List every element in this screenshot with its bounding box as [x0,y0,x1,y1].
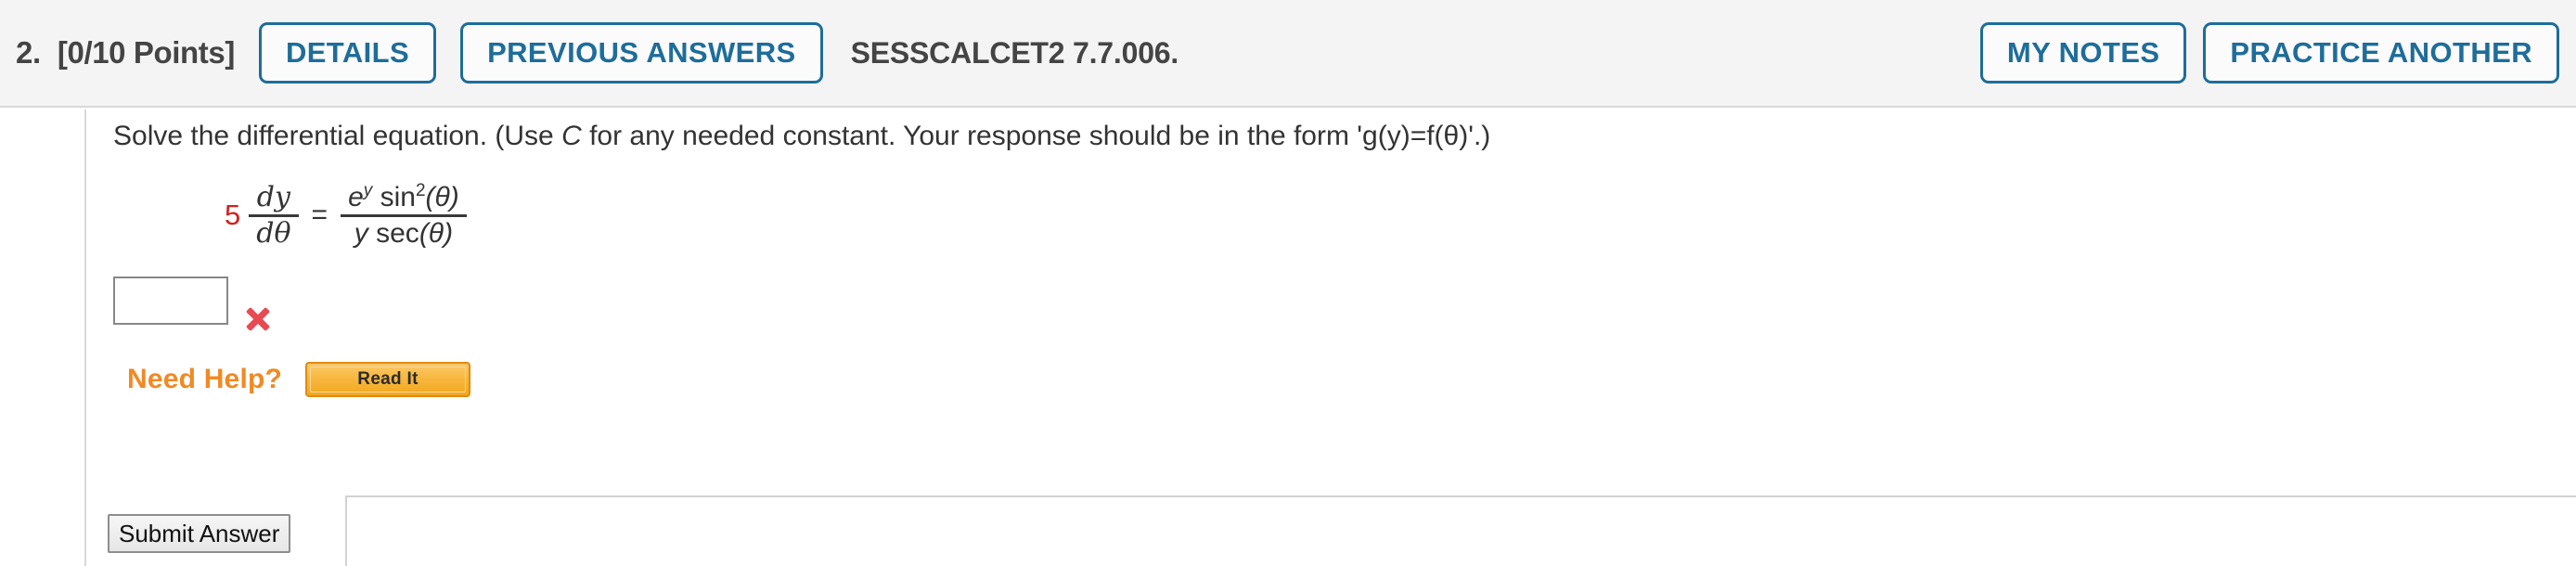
equals-sign: = [311,199,328,230]
numerator-variable: y [275,180,290,213]
prompt-text-part1: Solve the differential equation. (Use [113,121,562,151]
points-badge: [0/10 Points] [57,35,235,70]
question-number: 2. [16,35,41,70]
problem-code: SESSCALCET2 7.7.006. [850,35,1179,70]
rhs-e-exponent: y [363,180,373,200]
rhs-sec-function: sec [376,217,419,249]
differential-equation: 5 dy dθ = ey sin2(θ) y sec(θ) [225,169,2544,262]
question-panel: 2. [0/10 Points] DETAILS PREVIOUS ANSWER… [0,0,2576,566]
answer-row [113,277,2544,347]
question-header: 2. [0/10 Points] DETAILS PREVIOUS ANSWER… [0,0,2576,108]
rhs-denominator: y sec(θ) [347,217,460,251]
derivative-denominator: dθ [249,217,298,251]
derivative-numerator: dy [250,181,298,214]
denominator-d: d [256,216,275,250]
read-it-label: Read It [310,367,467,392]
prompt-text-part2: for any needed constant. Your response s… [581,121,1491,151]
answer-input[interactable] [113,277,228,325]
submit-footer: Submit Answer [0,495,2576,566]
footer-panel [345,495,2576,566]
header-right-actions: MY NOTES PRACTICE ANOTHER [1964,22,2576,84]
question-prompt: Solve the differential equation. (Use C … [113,109,2544,154]
incorrect-x-icon [243,304,273,334]
details-button[interactable]: DETAILS [258,22,437,84]
rhs-e-base: e [348,181,364,212]
rhs-sin-argument: (θ) [425,181,459,212]
numerator-d: d [256,180,276,213]
prompt-constant-symbol: C [561,121,582,151]
question-content: Solve the differential equation. (Use C … [113,109,2544,401]
rhs-den-variable: y [354,217,368,249]
question-body: Solve the differential equation. (Use C … [0,109,2576,566]
my-notes-button[interactable]: MY NOTES [1979,22,2187,84]
derivative-fraction: dy dθ [249,181,299,251]
denominator-variable: θ [274,216,291,250]
rhs-sec-argument: (θ) [419,217,454,249]
previous-answers-button[interactable]: PREVIOUS ANSWERS [460,22,823,84]
rhs-numerator: ey sin2(θ) [341,181,467,214]
need-help-label: Need Help? [127,364,283,394]
read-it-button[interactable]: Read It [305,362,471,397]
right-hand-fraction: ey sin2(θ) y sec(θ) [341,181,467,251]
rhs-sin-exponent: 2 [415,180,426,200]
equation-coefficient: 5 [225,199,241,231]
rhs-sin-function: sin [380,181,416,212]
practice-another-button[interactable]: PRACTICE ANOTHER [2203,22,2559,84]
need-help-row: Need Help? Read It [127,358,2544,401]
submit-answer-button[interactable]: Submit Answer [108,514,291,553]
